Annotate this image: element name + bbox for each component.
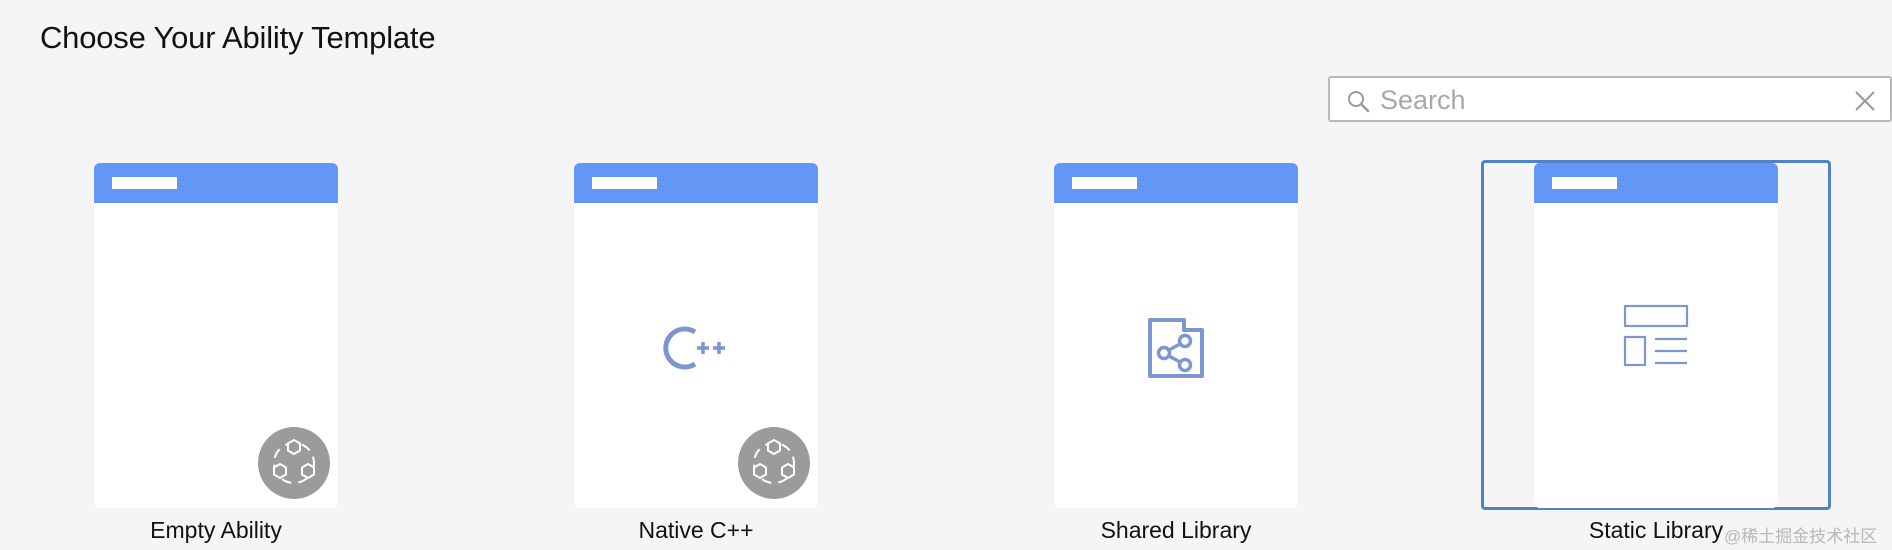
card-header <box>574 163 818 203</box>
cloud-hexagon-icon <box>258 427 330 499</box>
template-card-native-cpp[interactable] <box>574 163 818 508</box>
card-header-bar <box>592 177 657 189</box>
shared-library-icon <box>1148 318 1204 378</box>
template-label: Empty Ability <box>150 517 282 543</box>
search-box[interactable] <box>1328 76 1892 122</box>
card-header-bar <box>1072 177 1137 189</box>
template-card-static-library[interactable] <box>1534 163 1778 508</box>
static-library-icon <box>1623 304 1689 367</box>
cpp-icon <box>663 326 725 370</box>
close-icon[interactable] <box>1854 90 1876 112</box>
template-label: Shared Library <box>1100 517 1252 543</box>
card-header-bar <box>112 177 177 189</box>
card-header-bar <box>1552 177 1617 189</box>
template-chooser: Choose Your Ability Template Empty Abili… <box>0 0 1892 550</box>
page-title: Choose Your Ability Template <box>40 20 436 55</box>
cloud-hexagon-icon <box>738 427 810 499</box>
template-card-empty-ability[interactable] <box>94 163 338 508</box>
card-header <box>94 163 338 203</box>
search-input[interactable] <box>1378 81 1822 119</box>
template-label: Native C++ <box>638 517 754 543</box>
template-card-shared-library[interactable] <box>1054 163 1298 508</box>
card-header <box>1054 163 1298 203</box>
card-header <box>1534 163 1778 203</box>
watermark: @稀土掘金技术社区 <box>1724 527 1878 546</box>
search-icon <box>1348 91 1370 113</box>
